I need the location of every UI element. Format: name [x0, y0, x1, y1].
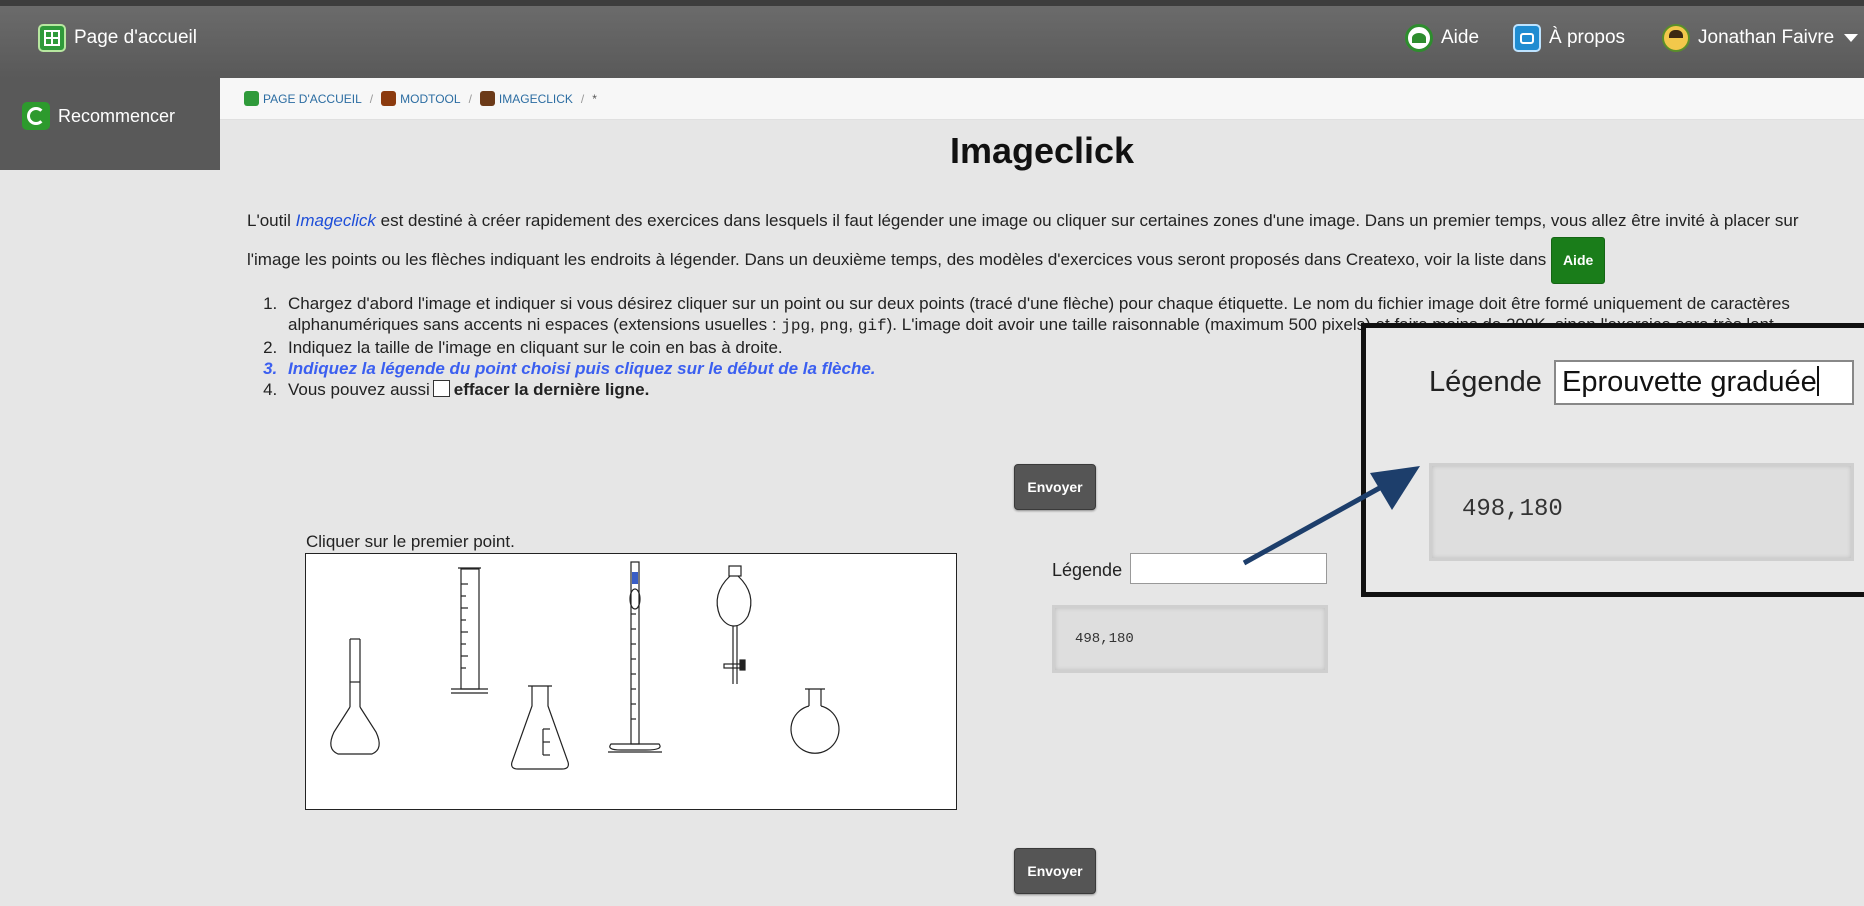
- user-menu[interactable]: Jonathan Faivre: [1662, 24, 1859, 52]
- breadcrumb-imageclick[interactable]: IMAGECLICK: [479, 91, 573, 106]
- ext-gif: gif: [857, 317, 887, 335]
- top-navigation-bar: Page d'accueil Aide À propos Jonathan Fa…: [0, 0, 1864, 78]
- erlenmeyer-flask: [511, 685, 569, 770]
- zoom-legend-value: Eprouvette graduée: [1562, 366, 1817, 398]
- send-button-bottom[interactable]: Envoyer: [1014, 848, 1096, 894]
- zoom-coordinates-box: 498,180: [1429, 463, 1854, 561]
- help-label: Aide: [1441, 27, 1480, 48]
- zoom-legend-label: Légende: [1429, 366, 1542, 398]
- imageclick-icon: [479, 91, 495, 106]
- click-instruction: Cliquer sur le premier point.: [306, 532, 515, 551]
- breadcrumb-home-label: PAGE D'ACCUEIL: [263, 91, 362, 106]
- lab-glassware-image[interactable]: [305, 553, 957, 810]
- about-label: À propos: [1549, 27, 1626, 48]
- home-icon: [244, 91, 259, 106]
- chevron-down-icon: [1844, 34, 1859, 42]
- zoom-callout: Légende Eprouvette graduée 498,180: [1361, 323, 1864, 597]
- lab-glassware-drawing: [330, 561, 840, 770]
- restart-button[interactable]: Recommencer: [22, 102, 175, 130]
- breadcrumb-modtool[interactable]: MODTOOL: [381, 91, 461, 106]
- breadcrumb-separator: /: [580, 91, 585, 106]
- volumetric-flask: [330, 638, 380, 755]
- about-icon: [1513, 24, 1541, 52]
- help-button[interactable]: Aide: [1550, 237, 1606, 284]
- round-bottom-flask: [790, 688, 840, 754]
- burette-on-stand: [608, 561, 662, 753]
- step-4-text: Vous pouvez aussi: [288, 380, 430, 399]
- avatar-icon: [1662, 24, 1690, 52]
- zoom-legend-input[interactable]: Eprouvette graduée: [1554, 360, 1854, 405]
- intro-prefix: L'outil: [247, 211, 296, 230]
- user-name: Jonathan Faivre: [1698, 27, 1835, 48]
- graduated-cylinder: [451, 567, 488, 694]
- imageclick-link[interactable]: Imageclick: [296, 211, 376, 230]
- send-button-top[interactable]: Envoyer: [1014, 464, 1096, 510]
- home-icon: [38, 24, 66, 52]
- ext-jpg: jpg: [781, 317, 811, 335]
- text-cursor: [1816, 366, 1819, 396]
- breadcrumb-separator: /: [369, 91, 374, 106]
- home-link[interactable]: Page d'accueil: [38, 24, 197, 52]
- breadcrumb-separator: /: [468, 91, 472, 106]
- separatory-funnel: [716, 565, 752, 684]
- help-link[interactable]: Aide: [1405, 24, 1479, 52]
- help-icon: [1405, 24, 1433, 52]
- erase-last-line-label: effacer la dernière ligne.: [453, 380, 650, 399]
- coordinates-box: 498,180: [1052, 605, 1328, 673]
- breadcrumb-imageclick-label: IMAGECLICK: [498, 91, 573, 106]
- home-label: Page d'accueil: [74, 27, 197, 48]
- legend-label: Légende: [1052, 560, 1123, 580]
- ext-png: png: [819, 317, 849, 335]
- breadcrumb-current: *: [592, 91, 597, 106]
- erase-last-line-checkbox[interactable]: [432, 380, 450, 397]
- restart-icon: [22, 102, 50, 130]
- breadcrumb-home[interactable]: PAGE D'ACCUEIL: [244, 91, 362, 106]
- legend-input[interactable]: [1130, 553, 1327, 584]
- about-link[interactable]: À propos: [1513, 24, 1625, 52]
- intro-paragraph: L'outil Imageclick est destiné à créer r…: [247, 204, 1852, 284]
- breadcrumb-modtool-label: MODTOOL: [400, 91, 461, 106]
- restart-label: Recommencer: [58, 105, 176, 126]
- breadcrumb: PAGE D'ACCUEIL / MODTOOL / IMAGECLICK / …: [220, 78, 1864, 120]
- page-title: Imageclick: [949, 130, 1135, 171]
- sidebar: Recommencer: [0, 78, 220, 170]
- modtool-icon: [381, 91, 397, 106]
